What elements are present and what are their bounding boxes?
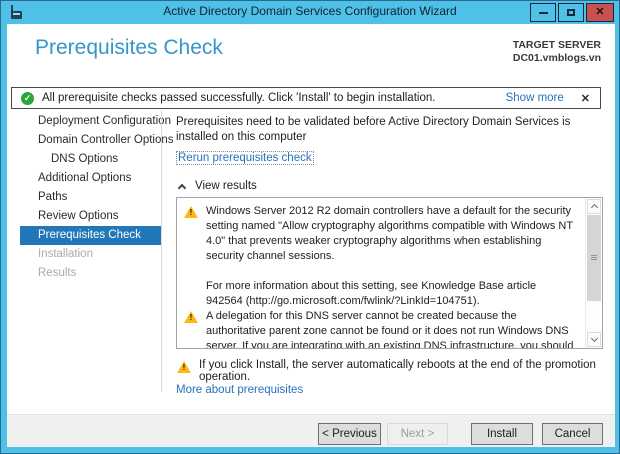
close-icon: ✕	[595, 7, 604, 18]
install-button[interactable]: Install	[471, 423, 533, 445]
cancel-button[interactable]: Cancel	[542, 423, 603, 445]
sidebar-item-results: Results	[20, 264, 161, 283]
warning-text: A delegation for this DNS server cannot …	[206, 309, 574, 348]
chevron-down-icon	[590, 335, 597, 342]
warning-text: Windows Server 2012 R2 domain controller…	[206, 204, 574, 309]
target-server-label: TARGET SERVER	[513, 39, 601, 52]
sidebar-item-prerequisites-check[interactable]: Prerequisites Check	[20, 226, 161, 245]
window-controls: ✕	[530, 3, 614, 22]
results-scrollbar[interactable]	[585, 198, 602, 348]
reboot-warning-text: If you click Install, the server automat…	[199, 359, 607, 383]
warning-paragraph: A delegation for this DNS server cannot …	[206, 309, 574, 348]
sidebar-item-deployment-configuration[interactable]: Deployment Configuration	[20, 112, 161, 131]
sidebar-item-additional-options[interactable]: Additional Options	[20, 169, 161, 188]
warning-triangle-icon	[184, 206, 198, 218]
sidebar-item-paths[interactable]: Paths	[20, 188, 161, 207]
warning-item: Windows Server 2012 R2 domain controller…	[184, 204, 580, 309]
previous-button[interactable]: < Previous	[318, 423, 381, 445]
show-more-link[interactable]: Show more	[506, 92, 564, 104]
sidebar-item-installation: Installation	[20, 245, 161, 264]
warning-paragraph: Windows Server 2012 R2 domain controller…	[206, 204, 574, 264]
wizard-content: Prerequisites Check TARGET SERVER DC01.v…	[7, 24, 615, 447]
maximize-button[interactable]	[558, 3, 584, 22]
intro-text: Prerequisites need to be validated befor…	[176, 115, 594, 145]
close-button[interactable]: ✕	[586, 3, 614, 22]
page-title: Prerequisites Check	[35, 36, 223, 60]
chevron-up-icon	[178, 183, 186, 191]
target-server-block: TARGET SERVER DC01.vmblogs.vn	[513, 39, 601, 65]
minimize-icon	[539, 12, 548, 14]
reboot-warning: If you click Install, the server automat…	[177, 359, 607, 383]
title-bar: Active Directory Domain Services Configu…	[1, 1, 619, 24]
sidebar-divider	[161, 110, 162, 392]
maximize-icon	[567, 9, 575, 16]
wizard-window: Active Directory Domain Services Configu…	[0, 0, 620, 454]
banner-close-icon[interactable]: ✕	[581, 92, 590, 105]
more-about-prerequisites-link[interactable]: More about prerequisites	[176, 384, 303, 396]
wizard-steps-sidebar: Deployment Configuration Domain Controll…	[20, 112, 161, 283]
paragraph-gap	[206, 264, 574, 279]
warning-item: A delegation for this DNS server cannot …	[184, 309, 580, 348]
sidebar-item-dns-options[interactable]: DNS Options	[20, 150, 161, 169]
view-results-label: View results	[195, 180, 257, 192]
rerun-prerequisites-link[interactable]: Rerun prerequisites check	[176, 151, 314, 165]
status-banner: ✓ All prerequisite checks passed success…	[11, 87, 601, 109]
sidebar-item-domain-controller-options[interactable]: Domain Controller Options	[20, 131, 161, 150]
warning-triangle-icon	[177, 361, 191, 373]
minimize-button[interactable]	[530, 3, 556, 22]
banner-message: All prerequisite checks passed successfu…	[42, 92, 435, 104]
warning-triangle-icon	[184, 311, 198, 323]
results-box[interactable]: Windows Server 2012 R2 domain controller…	[176, 197, 603, 349]
scroll-up-button[interactable]	[587, 199, 601, 214]
scrollbar-grip-icon	[591, 255, 597, 260]
view-results-toggle[interactable]: View results	[179, 180, 257, 192]
target-server-name: DC01.vmblogs.vn	[513, 52, 601, 65]
window-title: Active Directory Domain Services Configu…	[1, 4, 619, 18]
scrollbar-thumb[interactable]	[587, 215, 601, 301]
warning-paragraph: For more information about this setting,…	[206, 279, 574, 309]
scroll-down-button[interactable]	[587, 332, 601, 347]
chevron-up-icon	[590, 204, 597, 211]
next-button: Next >	[387, 423, 448, 445]
results-content: Windows Server 2012 R2 domain controller…	[177, 198, 585, 348]
sidebar-item-review-options[interactable]: Review Options	[20, 207, 161, 226]
success-check-icon: ✓	[21, 92, 34, 105]
button-bar: < Previous Next > Install Cancel	[7, 414, 615, 447]
